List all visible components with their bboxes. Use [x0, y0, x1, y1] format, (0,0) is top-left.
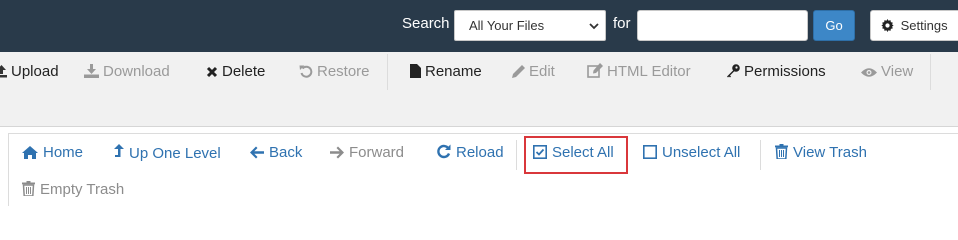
home-button[interactable]: Home	[22, 144, 83, 161]
edit-square-icon	[587, 63, 603, 78]
upload-button[interactable]: Upload	[0, 63, 59, 83]
toolbar-divider	[930, 54, 931, 90]
search-input[interactable]	[637, 10, 808, 41]
up-one-level-button[interactable]: Up One Level	[114, 144, 221, 162]
empty-trash-button[interactable]: Empty Trash	[22, 181, 124, 198]
search-scope-select[interactable]: All Your Files	[454, 10, 606, 41]
reload-button[interactable]: Reload	[436, 144, 504, 161]
restore-button[interactable]: Restore	[299, 63, 370, 83]
settings-label: Settings	[900, 18, 948, 33]
for-label: for	[613, 15, 631, 32]
file-toolbar: Upload Download Delete Restore Rename Ed…	[0, 52, 958, 127]
reload-icon	[437, 144, 451, 159]
permissions-button[interactable]: Permissions	[726, 63, 826, 83]
unselect-all-button[interactable]: Unselect All	[643, 144, 740, 161]
rename-button[interactable]: Rename	[410, 63, 482, 83]
trash-icon	[775, 144, 788, 159]
view-trash-button[interactable]: View Trash	[775, 144, 867, 161]
eye-icon	[861, 68, 877, 77]
go-button[interactable]: Go	[813, 10, 855, 41]
up-arrow-icon	[114, 144, 124, 157]
download-button[interactable]: Download	[84, 63, 170, 83]
right-arrow-icon	[330, 146, 344, 159]
forward-button[interactable]: Forward	[330, 144, 404, 161]
nav-divider	[516, 140, 517, 170]
nav-divider	[760, 140, 761, 170]
view-button[interactable]: View	[861, 63, 913, 83]
select-all-highlight	[524, 136, 628, 174]
search-scope-value: All Your Files	[469, 18, 545, 33]
html-editor-button[interactable]: HTML Editor	[587, 63, 691, 83]
search-label: Search	[402, 15, 450, 32]
undo-icon	[299, 65, 313, 78]
x-icon	[206, 66, 218, 78]
pencil-icon	[512, 65, 525, 78]
file-icon	[410, 64, 421, 78]
delete-button[interactable]: Delete	[206, 63, 265, 83]
home-icon	[22, 146, 38, 159]
toolbar-divider	[387, 54, 388, 90]
download-icon	[84, 64, 99, 78]
upload-icon	[0, 65, 7, 78]
edit-button[interactable]: Edit	[512, 63, 555, 83]
left-arrow-icon	[250, 146, 264, 159]
chevron-down-icon	[589, 23, 599, 30]
top-search-bar: Search All Your Files for Go Settings	[0, 0, 958, 52]
gear-icon	[881, 19, 894, 32]
trash-icon	[22, 181, 35, 196]
back-button[interactable]: Back	[250, 144, 302, 161]
settings-button[interactable]: Settings	[870, 10, 958, 41]
empty-box-icon	[643, 145, 657, 159]
key-icon	[727, 64, 740, 78]
